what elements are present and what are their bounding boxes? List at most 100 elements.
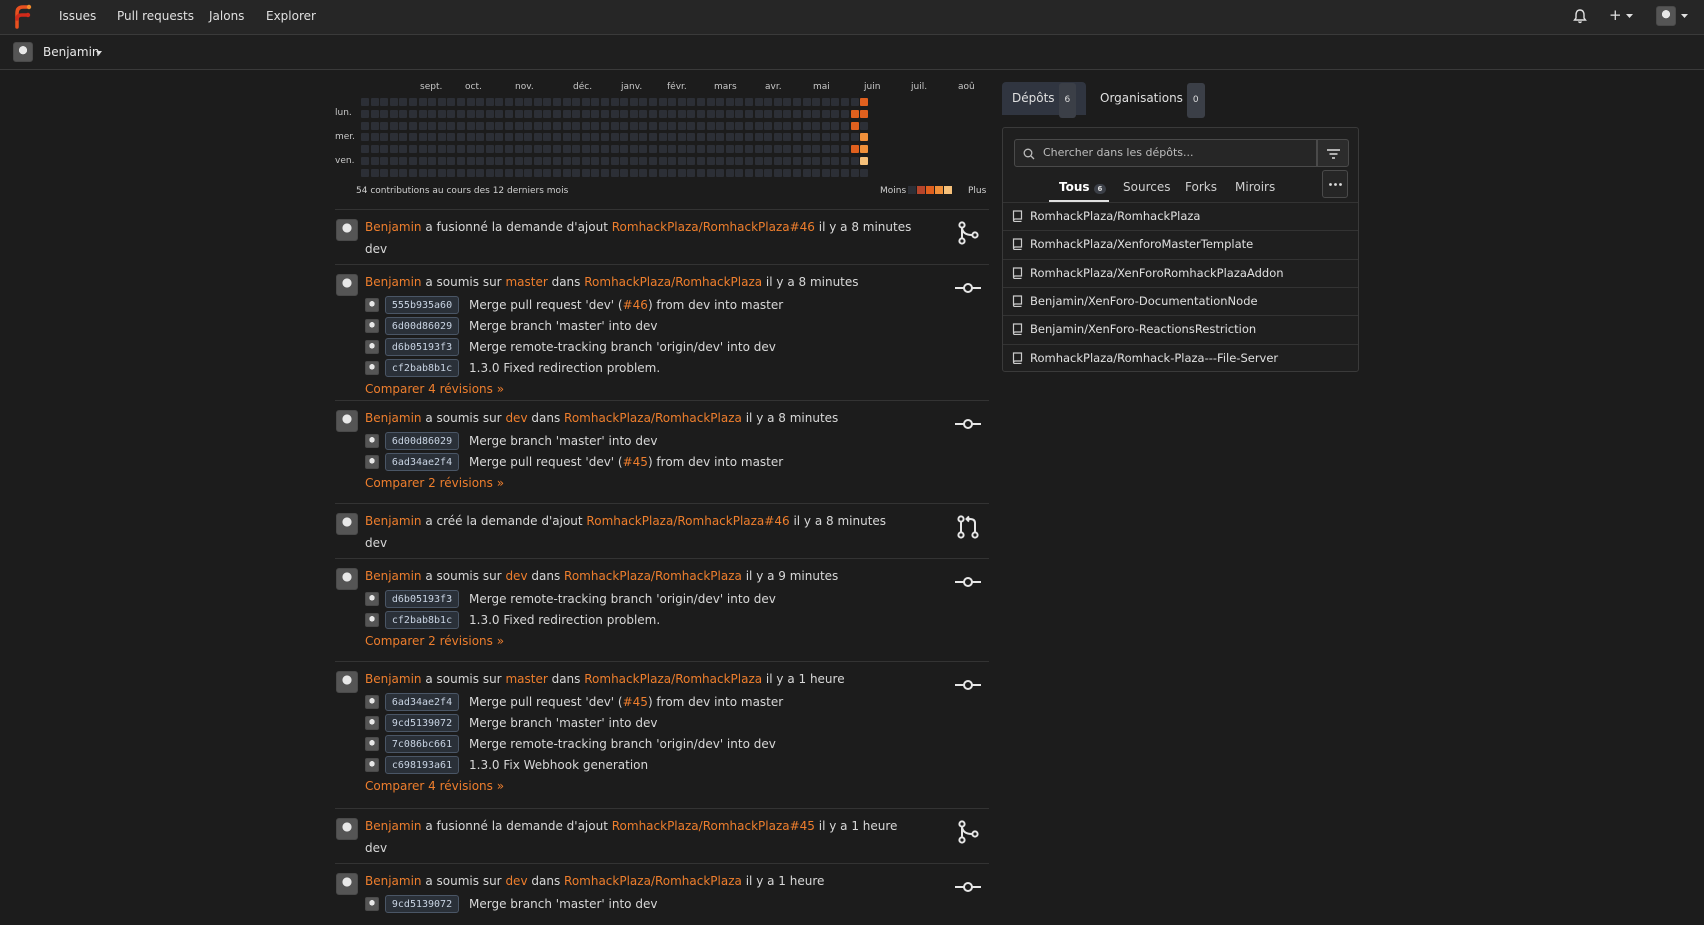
heatmap-cell[interactable]	[601, 109, 609, 118]
heatmap-cell[interactable]	[677, 145, 686, 154]
heatmap-cell[interactable]	[428, 145, 437, 154]
heatmap-cell[interactable]	[687, 157, 696, 165]
heatmap-cell[interactable]	[677, 109, 686, 118]
heatmap-cell[interactable]	[639, 121, 648, 130]
heatmap-cell[interactable]	[572, 145, 581, 154]
heatmap-cell[interactable]	[428, 121, 437, 130]
pull-request-link[interactable]: RomhackPlaza/RomhackPlaza#46	[612, 220, 815, 234]
heatmap-cell[interactable]	[370, 157, 379, 165]
heatmap-cell[interactable]	[380, 145, 389, 154]
heatmap-cell[interactable]	[466, 121, 475, 130]
heatmap-cell[interactable]	[773, 157, 782, 165]
heatmap-cell[interactable]	[399, 121, 408, 130]
heatmap-cell[interactable]	[562, 133, 571, 142]
commit-sha-button[interactable]: 6d00d86029	[385, 432, 459, 450]
heatmap-cell[interactable]	[725, 98, 734, 106]
heatmap-cell[interactable]	[437, 109, 446, 118]
heatmap-cell[interactable]	[783, 98, 792, 106]
heatmap-cell[interactable]	[658, 121, 667, 130]
heatmap-cell[interactable]	[831, 168, 840, 177]
heatmap-cell[interactable]	[389, 121, 398, 130]
heatmap-cell[interactable]	[553, 121, 561, 130]
heatmap-cell[interactable]	[725, 133, 734, 142]
heatmap-cell[interactable]	[773, 145, 782, 154]
heatmap-cell[interactable]	[802, 145, 811, 154]
heatmap-cell[interactable]	[812, 168, 821, 177]
heatmap-cell[interactable]	[380, 109, 389, 118]
heatmap-cell[interactable]	[745, 168, 753, 177]
heatmap-cell[interactable]	[591, 109, 600, 118]
heatmap-cell[interactable]	[610, 157, 619, 165]
heatmap-cell[interactable]	[553, 168, 561, 177]
commit-sha-button[interactable]: 6d00d86029	[385, 317, 459, 335]
heatmap-cell[interactable]	[629, 121, 638, 130]
heatmap-cell[interactable]	[697, 145, 705, 154]
heatmap-cell[interactable]	[591, 121, 600, 130]
heatmap-cell[interactable]	[361, 133, 369, 142]
heatmap-cell[interactable]	[649, 121, 657, 130]
heatmap-cell[interactable]	[543, 109, 552, 118]
heatmap-cell[interactable]	[716, 109, 725, 118]
heatmap-cell[interactable]	[620, 145, 629, 154]
heatmap-cell[interactable]	[389, 145, 398, 154]
heatmap-cell[interactable]	[533, 98, 542, 106]
heatmap-cell[interactable]	[725, 121, 734, 130]
heatmap-cell[interactable]	[581, 98, 590, 106]
heatmap-cell[interactable]	[409, 133, 417, 142]
heatmap-cell[interactable]	[418, 168, 427, 177]
heatmap-cell[interactable]	[581, 145, 590, 154]
issue-ref-link[interactable]: #45	[623, 695, 648, 709]
heatmap-cell[interactable]	[543, 98, 552, 106]
heatmap-cell[interactable]	[581, 109, 590, 118]
heatmap-cell[interactable]	[793, 157, 801, 165]
heatmap-cell[interactable]	[620, 133, 629, 142]
heatmap-cell[interactable]	[735, 121, 744, 130]
heatmap-cell[interactable]	[457, 98, 465, 106]
heatmap-cell[interactable]	[437, 133, 446, 142]
heatmap-cell[interactable]	[591, 133, 600, 142]
heatmap-cell[interactable]	[697, 168, 705, 177]
heatmap-cell[interactable]	[495, 133, 504, 142]
heatmap-cell[interactable]	[687, 98, 696, 106]
heatmap-cell[interactable]	[764, 168, 773, 177]
heatmap-cell[interactable]	[543, 168, 552, 177]
heatmap-cell[interactable]	[850, 168, 859, 177]
heatmap-cell[interactable]	[764, 145, 773, 154]
branch-link[interactable]: dev	[505, 569, 527, 583]
user-avatar[interactable]	[336, 274, 358, 296]
heatmap-cell[interactable]	[649, 157, 657, 165]
heatmap-cell[interactable]	[860, 98, 869, 106]
heatmap-cell[interactable]	[428, 98, 437, 106]
heatmap-cell[interactable]	[524, 133, 533, 142]
heatmap-cell[interactable]	[505, 109, 513, 118]
heatmap-cell[interactable]	[802, 168, 811, 177]
commit-sha-button[interactable]: cf2bab8b1c	[385, 611, 459, 629]
heatmap-cell[interactable]	[745, 145, 753, 154]
heatmap-cell[interactable]	[860, 133, 869, 142]
heatmap-cell[interactable]	[399, 109, 408, 118]
heatmap-cell[interactable]	[697, 121, 705, 130]
heatmap-cell[interactable]	[466, 157, 475, 165]
search-input[interactable]	[1041, 145, 1305, 160]
heatmap-cell[interactable]	[409, 98, 417, 106]
create-new-button[interactable]: +	[1609, 6, 1622, 24]
heatmap-cell[interactable]	[860, 109, 869, 118]
branch-link[interactable]: master	[505, 275, 547, 289]
repo-name[interactable]: RomhackPlaza/Romhack-Plaza---File-Server	[1030, 351, 1278, 365]
nav-pull-requests[interactable]: Pull requests	[117, 9, 194, 23]
heatmap-cell[interactable]	[649, 168, 657, 177]
subtab-sources[interactable]: Sources	[1123, 180, 1170, 194]
heatmap-cell[interactable]	[485, 157, 494, 165]
heatmap-cell[interactable]	[706, 168, 715, 177]
heatmap-cell[interactable]	[591, 145, 600, 154]
heatmap-cell[interactable]	[610, 98, 619, 106]
heatmap-cell[interactable]	[821, 121, 830, 130]
heatmap-cell[interactable]	[399, 157, 408, 165]
heatmap-cell[interactable]	[485, 133, 494, 142]
heatmap-cell[interactable]	[850, 133, 859, 142]
chevron-down-icon[interactable]	[96, 51, 102, 55]
heatmap-cell[interactable]	[754, 121, 763, 130]
heatmap-cell[interactable]	[524, 145, 533, 154]
heatmap-cell[interactable]	[745, 109, 753, 118]
repo-link[interactable]: RomhackPlaza/RomhackPlaza	[564, 411, 742, 425]
